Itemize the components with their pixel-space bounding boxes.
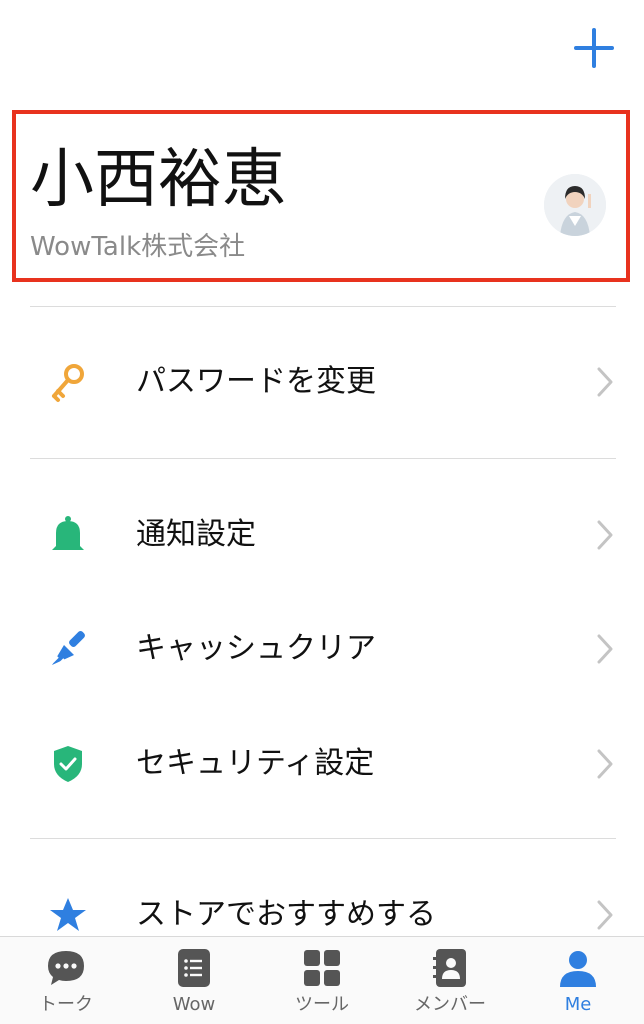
chevron-right-icon xyxy=(597,634,613,664)
divider xyxy=(30,306,616,307)
star-icon xyxy=(50,898,86,931)
tab-label: Me xyxy=(564,994,592,1015)
profile-name: 小西裕恵 xyxy=(30,143,286,217)
chevron-right-icon xyxy=(597,900,613,930)
key-icon xyxy=(52,364,84,402)
profile-company: WowTalk株式会社 xyxy=(30,232,246,262)
menu-item-change-password[interactable]: パスワードを変更 xyxy=(0,332,644,432)
tab-tools[interactable]: ツール xyxy=(258,937,386,1024)
menu-item-security-settings[interactable]: セキュリティ設定 xyxy=(0,714,644,814)
tab-bar: トーク Wow ツール メンバー Me xyxy=(0,936,644,1024)
grid-icon xyxy=(304,950,340,986)
contacts-icon xyxy=(433,949,466,987)
menu-item-label: ストアでおすすめする xyxy=(136,897,436,932)
avatar[interactable] xyxy=(544,174,606,236)
divider xyxy=(30,458,616,459)
note-icon xyxy=(178,949,210,987)
tab-talk[interactable]: トーク xyxy=(2,937,130,1024)
tab-label: Wow xyxy=(172,994,216,1015)
brush-icon xyxy=(49,631,85,668)
menu-item-clear-cache[interactable]: キャッシュクリア xyxy=(0,599,644,699)
me-screen: 小西裕恵 WowTalk株式会社 パスワードを変更 通知設定 キャッシュクリア … xyxy=(0,0,644,1024)
shield-check-icon xyxy=(54,746,82,782)
menu-item-label: キャッシュクリア xyxy=(136,631,376,666)
chevron-right-icon xyxy=(597,367,613,397)
chevron-right-icon xyxy=(597,749,613,779)
chat-bubble-icon xyxy=(48,951,84,985)
user-photo-icon xyxy=(544,174,606,236)
chevron-right-icon xyxy=(597,520,613,550)
tab-label: トーク xyxy=(39,994,93,1015)
menu-item-notification-settings[interactable]: 通知設定 xyxy=(0,485,644,585)
menu-item-label: 通知設定 xyxy=(136,517,256,552)
tab-wow[interactable]: Wow xyxy=(130,937,258,1024)
bell-icon xyxy=(52,516,84,550)
tab-label: ツール xyxy=(295,994,349,1015)
menu-item-label: パスワードを変更 xyxy=(136,364,376,399)
profile-card[interactable]: 小西裕恵 WowTalk株式会社 xyxy=(12,110,630,282)
divider xyxy=(30,838,616,839)
plus-icon[interactable] xyxy=(572,26,616,70)
person-icon xyxy=(560,951,596,987)
menu-item-label: セキュリティ設定 xyxy=(136,746,375,781)
tab-label: メンバー xyxy=(414,994,486,1015)
tab-members[interactable]: メンバー xyxy=(386,937,514,1024)
tab-me[interactable]: Me xyxy=(514,937,642,1024)
